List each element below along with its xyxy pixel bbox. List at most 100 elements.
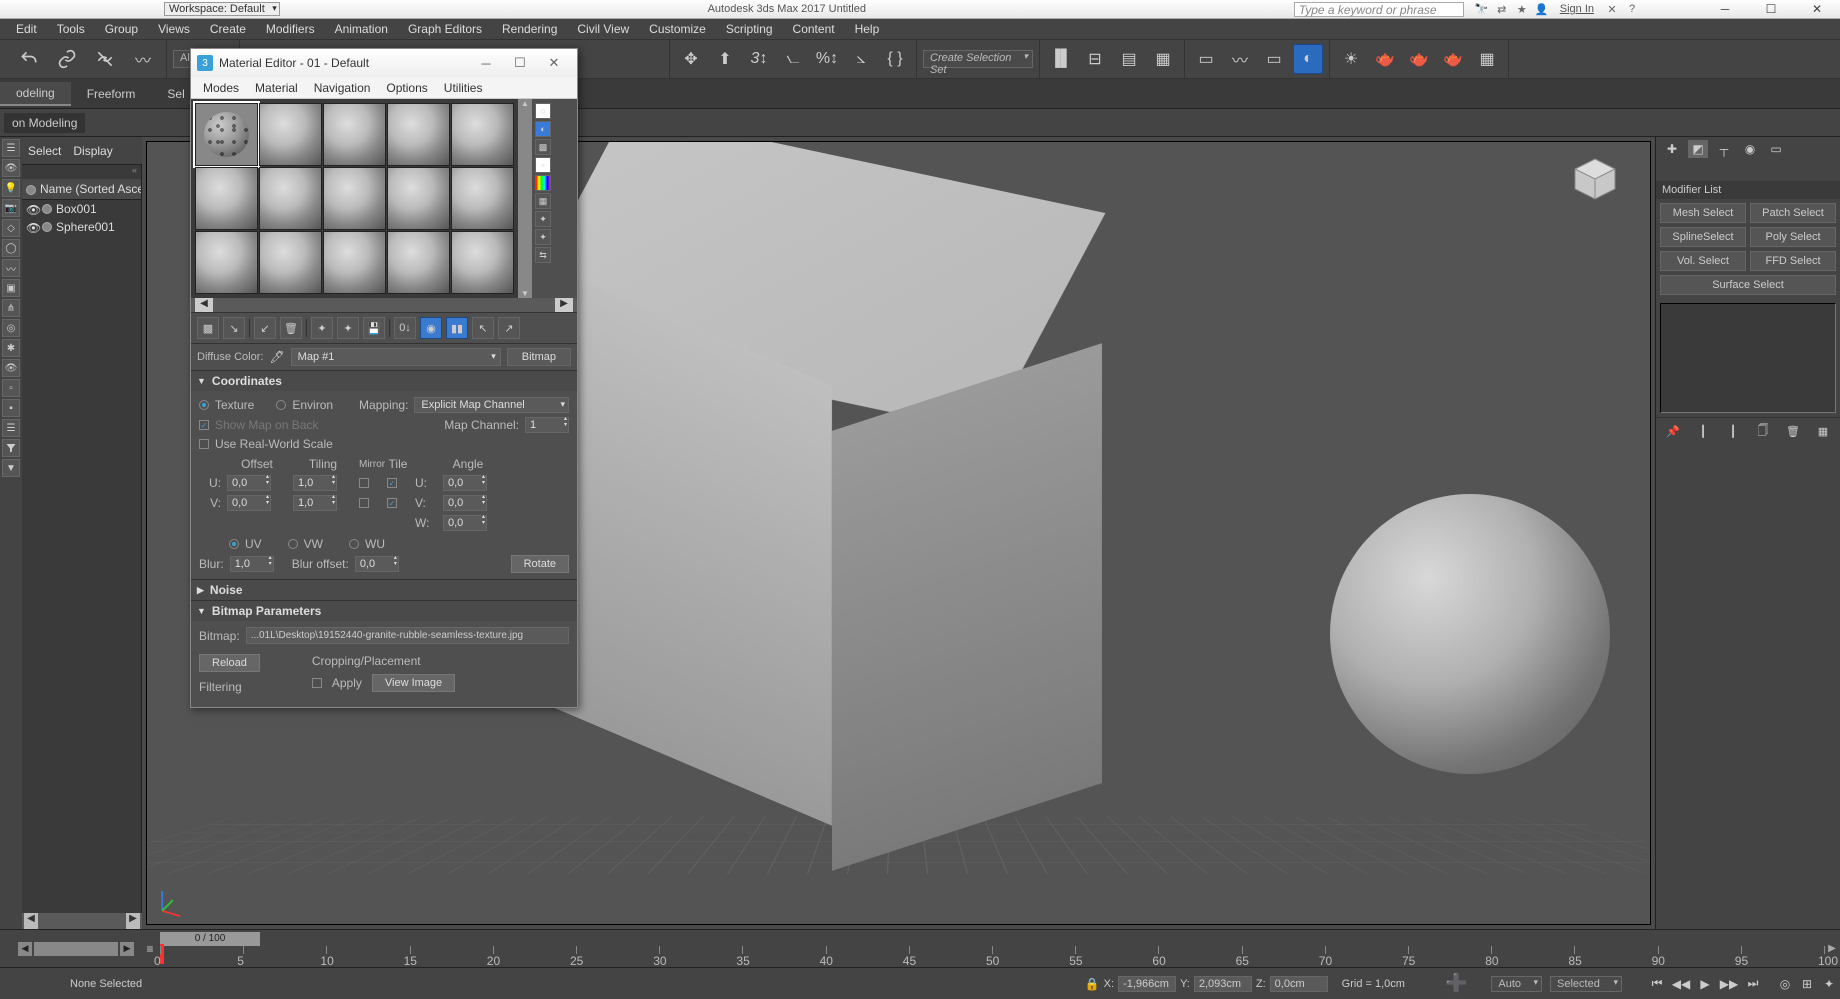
remove-mod-icon[interactable]: 🗍 [1754, 422, 1772, 440]
eye-icon[interactable]: 👁 [26, 203, 38, 215]
align-button[interactable]: ⊟ [1080, 44, 1110, 74]
dialog-button[interactable]: ▭ [1259, 44, 1289, 74]
hidden-icon[interactable]: ▫ [2, 379, 20, 397]
group-icon[interactable]: ▣ [2, 279, 20, 297]
slot-hscroll[interactable]: ◀▶ [191, 298, 577, 312]
target-icon[interactable]: ◎ [2, 319, 20, 337]
eye-icon[interactable]: 👁 [2, 159, 20, 177]
v-tile[interactable]: ✓ [387, 498, 397, 508]
u-tile[interactable]: ✓ [387, 478, 397, 488]
backlight-icon[interactable]: ◐ [535, 121, 551, 137]
menu-create[interactable]: Create [200, 20, 256, 38]
material-slot-2[interactable] [259, 103, 322, 166]
menu-content[interactable]: Content [783, 20, 845, 38]
unlink-button[interactable] [88, 42, 122, 76]
sample-type-icon[interactable]: ○ [535, 103, 551, 119]
help-icon[interactable]: ? [1623, 2, 1641, 17]
configure-icon[interactable]: ▦ [1814, 422, 1832, 440]
binoculars-icon[interactable]: 🔭 [1473, 2, 1491, 17]
z-field[interactable]: 0,0cm [1270, 976, 1328, 992]
delete-icon[interactable]: 🗑 [280, 317, 302, 339]
show-end-icon[interactable]: ┃ [1694, 422, 1712, 440]
workspace-dropdown[interactable]: Workspace: Default [160, 3, 280, 15]
render-frame-button[interactable]: 🫖 [1370, 44, 1400, 74]
frozen-icon[interactable]: ▪ [2, 399, 20, 417]
particle-icon[interactable]: ✱ [2, 339, 20, 357]
material-slot-7[interactable] [259, 167, 322, 230]
create-tab-icon[interactable]: ✚ [1662, 140, 1682, 158]
menu-animation[interactable]: Animation [325, 20, 398, 38]
sign-in-link[interactable]: Sign In [1560, 3, 1594, 15]
u-angle[interactable]: 0,0 [443, 475, 487, 491]
brackets-icon[interactable]: { } [880, 44, 910, 74]
3-icon[interactable]: 3↕ [744, 44, 774, 74]
move-tool[interactable]: ✥ [676, 44, 706, 74]
v-tiling[interactable]: 1,0 [293, 495, 337, 511]
tab-freeform[interactable]: Freeform [71, 83, 152, 105]
hierarchy-tab-icon[interactable]: ┬ [1714, 140, 1734, 158]
material-slot-12[interactable] [259, 231, 322, 294]
angle-tool[interactable]: ⦦ [778, 44, 808, 74]
u-offset[interactable]: 0,0 [227, 475, 271, 491]
time-slider[interactable]: 0 / 100 [160, 932, 260, 946]
render-preset-button[interactable]: ▦ [1472, 44, 1502, 74]
config-icon[interactable]: ⊞ [1796, 974, 1818, 994]
scene-row-box[interactable]: 👁Box001 [22, 200, 141, 218]
link-button[interactable] [50, 42, 84, 76]
rotate-button[interactable]: Rotate [511, 555, 569, 573]
poly-select-button[interactable]: Poly Select [1750, 227, 1836, 247]
assign-icon[interactable]: ↙ [254, 317, 276, 339]
sample-uv-icon[interactable]: ▫ [535, 157, 551, 173]
background-icon[interactable]: ▩ [535, 139, 551, 155]
vol-select-button[interactable]: Vol. Select [1660, 251, 1746, 271]
filter-arrow-icon[interactable]: ▼ [2, 459, 20, 477]
dialog-titlebar[interactable]: 3 Material Editor - 01 - Default ─ ☐ ✕ [191, 49, 577, 77]
dope-sheet-button[interactable]: 〰 [1225, 44, 1255, 74]
dialog-minimize[interactable]: ─ [469, 56, 503, 71]
x-field[interactable]: -1,966cm [1118, 976, 1176, 992]
scene-explorer-icon[interactable]: ☰ [2, 139, 20, 157]
environ-radio[interactable] [276, 400, 286, 410]
zero-icon[interactable]: 0↓ [394, 317, 416, 339]
camera-icon[interactable]: 📷 [2, 199, 20, 217]
select-label[interactable]: Select [28, 144, 61, 158]
viewcube[interactable] [1570, 154, 1620, 204]
make-unique-icon[interactable]: ✦ [337, 317, 359, 339]
patch-select-button[interactable]: Patch Select [1750, 203, 1836, 223]
map-channel-spinner[interactable]: 1 [525, 417, 569, 433]
real-world-check[interactable] [199, 439, 209, 449]
material-slot-8[interactable] [323, 167, 386, 230]
selection-set-dropdown[interactable]: Create Selection Set [923, 50, 1033, 68]
isolate-icon[interactable]: ◎ [1774, 974, 1796, 994]
map-type-button[interactable]: Bitmap [507, 348, 571, 366]
mesh-select-button[interactable]: Mesh Select [1660, 203, 1746, 223]
bitmap-rollout-head[interactable]: ▼Bitmap Parameters [191, 601, 577, 621]
put-library-icon[interactable]: 💾 [363, 317, 385, 339]
display-tab-icon[interactable]: ▭ [1766, 140, 1786, 158]
sphere-object[interactable] [1330, 494, 1610, 774]
material-slot-13[interactable] [323, 231, 386, 294]
w-angle[interactable]: 0,0 [443, 515, 487, 531]
material-slot-6[interactable] [195, 167, 258, 230]
mapping-dropdown[interactable]: Explicit Map Channel [414, 397, 569, 413]
minimize-button[interactable]: ─ [1702, 0, 1748, 19]
key-filter-dropdown[interactable]: Selected [1550, 976, 1622, 992]
reload-button[interactable]: Reload [199, 654, 260, 672]
menu-rendering[interactable]: Rendering [492, 20, 567, 38]
video-check-icon[interactable]: ▦ [535, 193, 551, 209]
close-x-icon[interactable]: ✕ [1603, 2, 1621, 17]
uv-radio[interactable] [229, 539, 239, 549]
color-swatch[interactable] [42, 204, 52, 214]
material-slot-4[interactable] [387, 103, 450, 166]
material-editor-button[interactable]: ◐ [1293, 44, 1323, 74]
menu-views[interactable]: Views [148, 20, 200, 38]
play-icon[interactable]: ▶ [1694, 974, 1716, 994]
material-slot-9[interactable] [387, 167, 450, 230]
lock-icon[interactable]: 🔒 [1085, 977, 1100, 991]
display-label[interactable]: Display [73, 144, 112, 158]
funnel-icon[interactable] [2, 439, 20, 457]
menu-graph-editors[interactable]: Graph Editors [398, 20, 492, 38]
prev-frame-icon[interactable]: ◀◀ [1670, 974, 1692, 994]
visibility-icon[interactable]: 👁 [2, 359, 20, 377]
u-tiling[interactable]: 1,0 [293, 475, 337, 491]
